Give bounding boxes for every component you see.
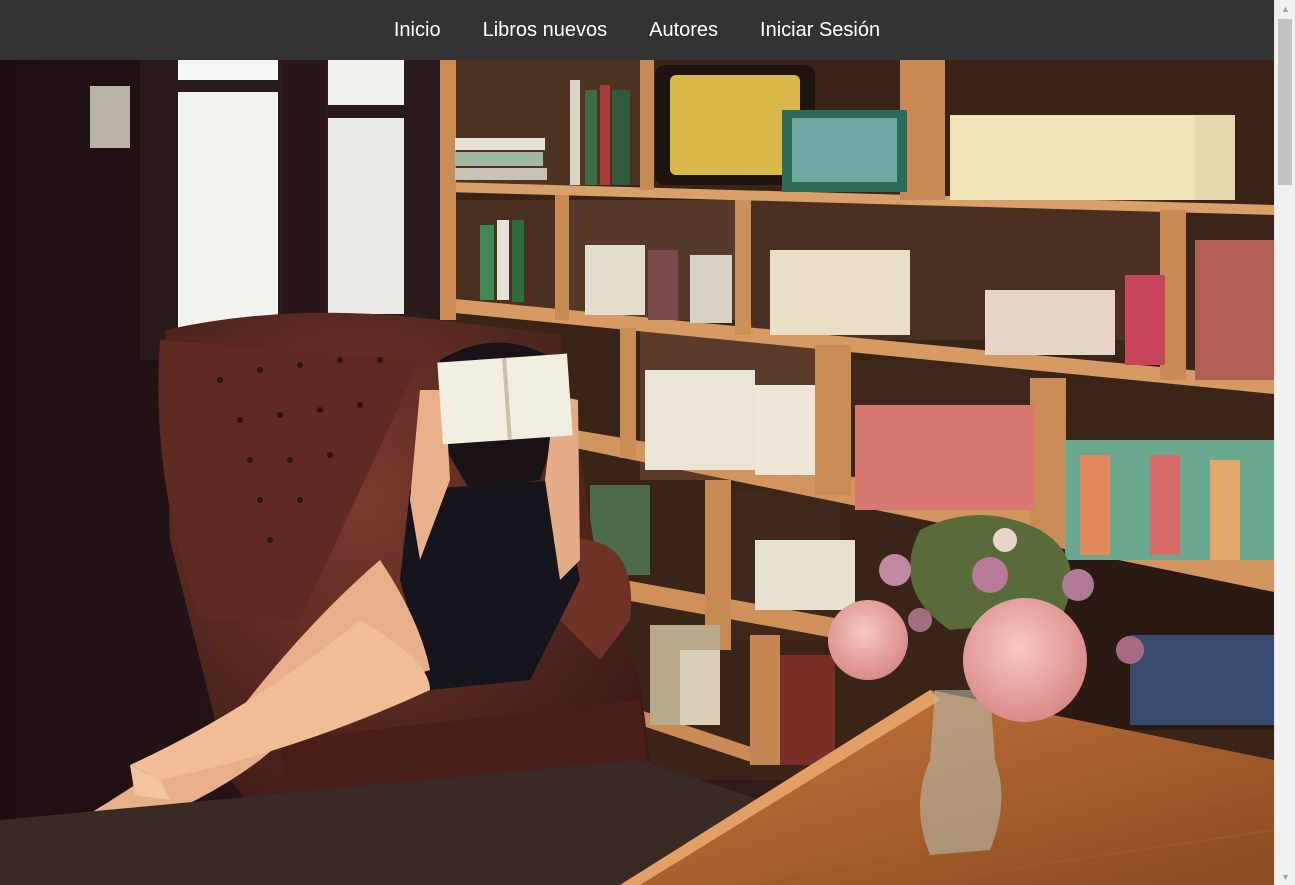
hero-image	[0, 60, 1274, 885]
nav-link-iniciar-sesion[interactable]: Iniciar Sesión	[739, 0, 901, 60]
nav-link-autores[interactable]: Autores	[628, 0, 739, 60]
scroll-down-arrow-icon[interactable]: ▼	[1275, 868, 1295, 885]
nav-link-libros-nuevos[interactable]: Libros nuevos	[462, 0, 629, 60]
nav-link-inicio[interactable]: Inicio	[373, 0, 462, 60]
vertical-scrollbar[interactable]: ▲ ▼	[1274, 0, 1295, 885]
reading-room-photo	[0, 60, 1274, 885]
scrollbar-thumb[interactable]	[1278, 19, 1292, 185]
scroll-up-arrow-icon[interactable]: ▲	[1275, 0, 1295, 17]
top-navbar: Inicio Libros nuevos Autores Iniciar Ses…	[0, 0, 1274, 60]
